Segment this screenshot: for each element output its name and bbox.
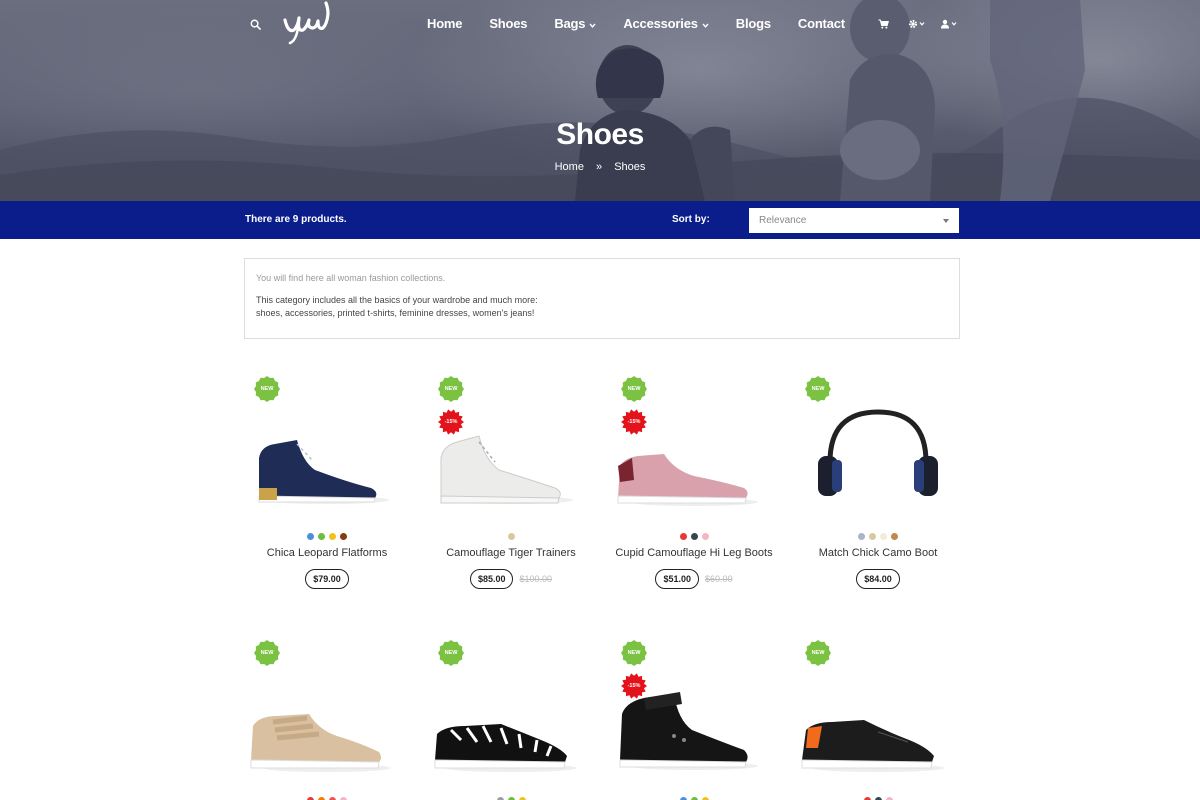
color-swatch[interactable] bbox=[340, 533, 347, 540]
new-badge: NEW bbox=[805, 640, 831, 666]
sort-label: Sort by: bbox=[672, 214, 710, 225]
category-description: You will find here all woman fashion col… bbox=[244, 258, 960, 339]
color-swatches bbox=[237, 533, 417, 540]
new-badge: NEW bbox=[805, 376, 831, 402]
menu-contact[interactable]: Contact bbox=[798, 16, 845, 31]
color-swatch[interactable] bbox=[307, 533, 314, 540]
product-image[interactable] bbox=[421, 400, 601, 510]
chevron-down-icon bbox=[702, 16, 709, 31]
product-image[interactable] bbox=[237, 400, 417, 510]
menu-home-label: Home bbox=[427, 16, 463, 31]
settings-icon[interactable] bbox=[908, 16, 926, 34]
product-toolbar: There are 9 products. Sort by: Relevance bbox=[0, 201, 1200, 239]
new-badge-label: NEW bbox=[811, 650, 825, 656]
user-icon[interactable] bbox=[940, 16, 958, 34]
product-old-price: $100.00 bbox=[519, 574, 553, 584]
breadcrumb-home[interactable]: Home bbox=[555, 161, 584, 173]
description-intro: You will find here all woman fashion col… bbox=[256, 273, 446, 283]
color-swatch[interactable] bbox=[318, 533, 325, 540]
new-badge-label: NEW bbox=[260, 650, 274, 656]
new-badge-label: NEW bbox=[260, 386, 274, 392]
sort-select-value: Relevance bbox=[759, 215, 807, 226]
product-prices: $51.00 $60.00 bbox=[604, 569, 784, 589]
color-swatch[interactable] bbox=[880, 533, 887, 540]
new-badge-label: NEW bbox=[444, 650, 458, 656]
product-image[interactable] bbox=[604, 400, 784, 510]
new-badge-label: NEW bbox=[811, 386, 825, 392]
color-swatch[interactable] bbox=[869, 533, 876, 540]
color-swatch[interactable] bbox=[507, 533, 515, 540]
breadcrumb: Home » Shoes bbox=[0, 161, 1200, 173]
product-name[interactable]: Chica Leopard Flatforms bbox=[227, 547, 427, 559]
menu-accessories[interactable]: Accessories bbox=[623, 16, 709, 31]
product-image[interactable] bbox=[237, 664, 417, 774]
color-swatches bbox=[604, 533, 784, 540]
menu-bags-label: Bags bbox=[554, 16, 586, 31]
new-badge: NEW bbox=[438, 640, 464, 666]
product-price: $51.00 bbox=[655, 569, 699, 589]
menu-shoes-label: Shoes bbox=[489, 16, 528, 31]
top-navigation: Home Shoes Bags Accessories Blogs Contac… bbox=[0, 0, 1200, 46]
product-prices: $84.00 bbox=[788, 569, 968, 589]
product-prices: $79.00 bbox=[237, 569, 417, 589]
search-icon[interactable] bbox=[250, 17, 261, 35]
product-image[interactable] bbox=[421, 664, 601, 774]
page-title: Shoes bbox=[556, 118, 644, 151]
color-swatch[interactable] bbox=[329, 533, 336, 540]
caret-down-icon bbox=[943, 219, 949, 223]
color-swatches bbox=[421, 533, 601, 540]
hero-banner: Home Shoes Bags Accessories Blogs Contac… bbox=[0, 0, 1200, 201]
product-count: There are 9 products. bbox=[245, 214, 347, 225]
menu-blogs-label: Blogs bbox=[735, 16, 771, 31]
new-badge: NEW bbox=[438, 376, 464, 402]
menu-contact-label: Contact bbox=[797, 16, 845, 31]
product-name[interactable]: Cupid Camouflage Hi Leg Boots bbox=[594, 547, 794, 559]
description-line: shoes, accessories, printed t-shirts, fe… bbox=[256, 308, 535, 318]
new-badge: NEW bbox=[254, 640, 280, 666]
menu-blogs[interactable]: Blogs bbox=[736, 16, 771, 31]
menu-shoes[interactable]: Shoes bbox=[489, 16, 527, 31]
description-line: This category includes all the basics of… bbox=[256, 295, 538, 305]
product-prices: $85.00 $100.00 bbox=[421, 569, 601, 589]
cart-icon[interactable] bbox=[878, 16, 889, 34]
new-badge: NEW bbox=[621, 640, 647, 666]
color-swatches bbox=[788, 533, 968, 540]
product-image[interactable] bbox=[604, 664, 784, 774]
new-badge-label: NEW bbox=[444, 386, 458, 392]
product-image[interactable] bbox=[788, 664, 968, 774]
product-image[interactable] bbox=[788, 400, 968, 510]
product-name[interactable]: Camouflage Tiger Trainers bbox=[411, 547, 611, 559]
product-old-price: $60.00 bbox=[705, 574, 733, 584]
product-price: $79.00 bbox=[305, 569, 349, 589]
sort-select[interactable]: Relevance bbox=[749, 208, 959, 233]
new-badge: NEW bbox=[254, 376, 280, 402]
site-logo[interactable] bbox=[282, 0, 332, 51]
color-swatch[interactable] bbox=[690, 533, 698, 540]
main-menu: Home Shoes Bags Accessories Blogs Contac… bbox=[427, 16, 845, 31]
menu-bags[interactable]: Bags bbox=[554, 16, 596, 31]
color-swatch[interactable] bbox=[701, 533, 709, 540]
breadcrumb-current: Shoes bbox=[614, 161, 646, 174]
new-badge-label: NEW bbox=[627, 650, 641, 656]
new-badge: NEW bbox=[621, 376, 647, 402]
product-price: $84.00 bbox=[856, 569, 900, 589]
chevron-down-icon bbox=[589, 16, 596, 31]
color-swatch[interactable] bbox=[891, 533, 898, 540]
menu-home[interactable]: Home bbox=[427, 16, 463, 31]
new-badge-label: NEW bbox=[627, 386, 641, 392]
menu-accessories-label: Accessories bbox=[623, 16, 698, 31]
product-name[interactable]: Match Chick Camo Boot bbox=[778, 547, 978, 559]
breadcrumb-separator-icon: » bbox=[596, 161, 603, 174]
color-swatch[interactable] bbox=[858, 533, 865, 540]
product-price: $85.00 bbox=[469, 569, 514, 589]
color-swatch[interactable] bbox=[679, 533, 687, 540]
